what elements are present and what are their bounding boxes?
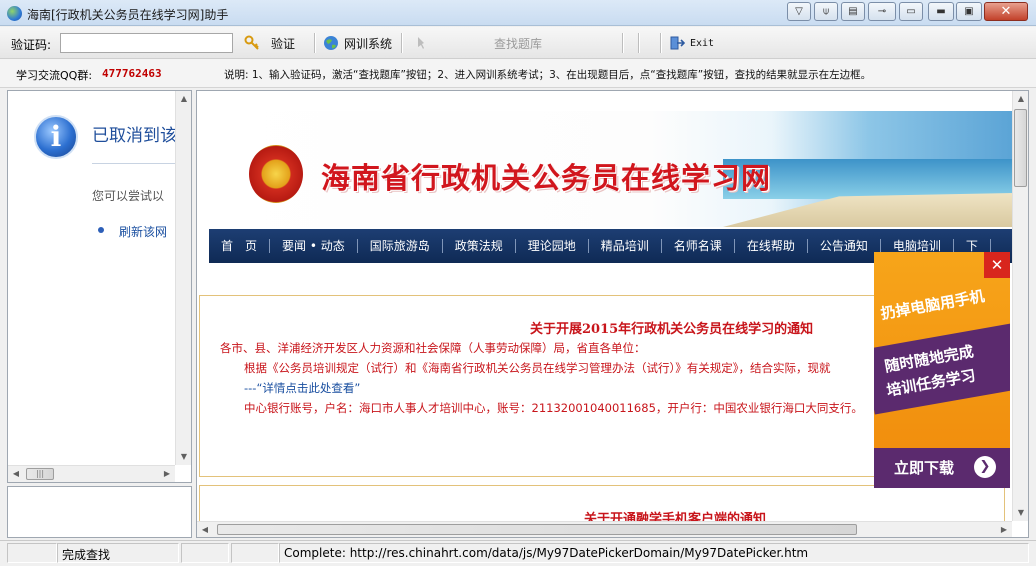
verify-button[interactable]: 验证 bbox=[244, 31, 295, 55]
chevron-right-icon: ❯ bbox=[974, 456, 996, 478]
nav-teachers[interactable]: 名师名课 bbox=[662, 239, 735, 253]
nav-training[interactable]: 精品培训 bbox=[589, 239, 662, 253]
code-input[interactable] bbox=[60, 33, 233, 53]
scroll-left-arrow-icon[interactable]: ◀ bbox=[197, 522, 213, 537]
status-url: Complete: http://res.chinahrt.com/data/j… bbox=[279, 543, 1029, 563]
scroll-right-arrow-icon[interactable]: ▶ bbox=[996, 522, 1012, 537]
key-icon bbox=[244, 35, 259, 50]
menu-dropdown-icon[interactable]: ▽ bbox=[787, 2, 811, 21]
notice-line: 中心银行账号，户名：海口市人事人才培训中心，账号：211320010400116… bbox=[244, 401, 863, 415]
nav-home[interactable]: 首 页 bbox=[209, 239, 271, 253]
scroll-thumb[interactable] bbox=[1014, 109, 1027, 187]
window-title: 海南[行政机关公务员在线学习网]助手 bbox=[27, 8, 229, 22]
minimize-button[interactable]: ▬ bbox=[928, 2, 954, 21]
hint-text: 您可以尝试以 bbox=[92, 189, 165, 203]
scroll-thumb[interactable]: ||| bbox=[26, 468, 54, 480]
info-icon: i bbox=[34, 115, 78, 159]
browser-horizontal-scrollbar[interactable]: ◀ ▶ bbox=[197, 521, 1012, 537]
site-banner: 海南省行政机关公务员在线学习网 bbox=[209, 111, 1013, 227]
status-cell bbox=[7, 543, 57, 563]
pin-icon[interactable]: ⍦ bbox=[814, 2, 838, 21]
restore-small-icon[interactable]: ▭ bbox=[899, 2, 923, 21]
nav-theory[interactable]: 理论园地 bbox=[516, 239, 589, 253]
toolbar-separator bbox=[622, 33, 624, 53]
info-bar: 学习交流QQ群: 477762463 说明: 1、输入验证码，激活“查找题库”按… bbox=[0, 59, 1036, 88]
status-bar: 完成查找 Complete: http://res.chinahrt.com/d… bbox=[0, 540, 1036, 566]
code-label: 验证码: bbox=[11, 38, 52, 52]
refresh-link[interactable]: 刷新该网 bbox=[119, 223, 167, 240]
notice-line: 各市、县、洋浦经济开发区人力资源和社会保障（人事劳动保障）局，省直各单位： bbox=[220, 341, 646, 355]
training-system-label: 网训系统 bbox=[344, 36, 393, 51]
scroll-down-arrow-icon[interactable]: ▼ bbox=[176, 449, 191, 465]
toolbar-separator bbox=[314, 33, 316, 53]
nav-news[interactable]: 要闻 • 动态 bbox=[270, 239, 358, 253]
search-bank-icon bbox=[418, 37, 424, 49]
status-cell bbox=[231, 543, 279, 563]
list-icon[interactable]: ▤ bbox=[841, 2, 865, 21]
toolbar-separator bbox=[638, 33, 640, 53]
left-horizontal-scrollbar[interactable]: ◀ ||| ▶ bbox=[8, 465, 175, 482]
ad-close-button[interactable]: ✕ bbox=[984, 252, 1010, 278]
toolbar: 验证码: 验证 网训系统 查找题库 Exit bbox=[0, 27, 1036, 59]
status-cell bbox=[181, 543, 229, 563]
site-title: 海南省行政机关公务员在线学习网 bbox=[321, 161, 772, 195]
exit-label: Exit bbox=[690, 37, 715, 49]
toolbar-separator bbox=[401, 33, 403, 53]
close-button[interactable]: ✕ bbox=[984, 2, 1028, 21]
scroll-down-arrow-icon[interactable]: ▼ bbox=[1013, 505, 1028, 521]
instructions-text: 说明: 1、输入验证码，激活“查找题库”按钮；2、进入网训系统考试；3、在出现题… bbox=[224, 69, 872, 81]
qq-group-number: 477762463 bbox=[102, 67, 162, 80]
ad-headline: 扔掉电脑用手机 bbox=[879, 287, 986, 323]
search-results-pane[interactable]: i 已取消到该 您可以尝试以 刷新该网 ▲ ▼ ◀ ||| ▶ bbox=[7, 90, 192, 483]
left-vertical-scrollbar[interactable]: ▲ ▼ bbox=[175, 91, 191, 465]
notice-detail-link[interactable]: ---“详情点击此处查看” bbox=[244, 380, 360, 396]
title-bar: 海南[行政机关公务员在线学习网]助手 ▽ ⍦ ▤ ⊸ ▭ ▬ ▣ ✕ bbox=[0, 0, 1036, 26]
nav-computer-training[interactable]: 电脑培训 bbox=[881, 239, 954, 253]
training-system-button[interactable]: 网训系统 bbox=[323, 31, 392, 55]
nav-tourism-island[interactable]: 国际旅游岛 bbox=[358, 239, 443, 253]
plug-icon[interactable]: ⊸ bbox=[868, 2, 896, 21]
divider bbox=[92, 163, 182, 164]
left-bottom-panel bbox=[7, 486, 192, 538]
scroll-up-arrow-icon[interactable]: ▲ bbox=[1013, 91, 1028, 107]
scroll-thumb[interactable] bbox=[217, 524, 857, 535]
browser-vertical-scrollbar[interactable]: ▲ ▼ bbox=[1012, 91, 1028, 521]
scroll-up-arrow-icon[interactable]: ▲ bbox=[176, 91, 191, 107]
bullet-icon bbox=[98, 227, 104, 233]
maximize-button[interactable]: ▣ bbox=[956, 2, 982, 21]
exit-icon bbox=[670, 36, 685, 50]
toolbar-separator bbox=[660, 33, 662, 53]
nav-help[interactable]: 在线帮助 bbox=[735, 239, 808, 253]
national-emblem-icon bbox=[249, 145, 303, 203]
status-text: 完成查找 bbox=[57, 543, 179, 563]
search-question-bank-button[interactable]: 查找题库 bbox=[415, 31, 542, 55]
app-globe-icon bbox=[7, 6, 22, 21]
ad-download-label: 立即下载 bbox=[894, 459, 955, 477]
nav-more[interactable]: 下 bbox=[954, 239, 991, 253]
nav-announcements[interactable]: 公告通知 bbox=[808, 239, 881, 253]
notice-line: 根据《公务员培训规定（试行）和《海南省行政机关公务员在线学习管理办法（试行）》有… bbox=[244, 361, 831, 375]
ad-download-button[interactable]: 立即下载 ❯ bbox=[874, 448, 1010, 488]
nav-policy[interactable]: 政策法规 bbox=[443, 239, 516, 253]
notice-title[interactable]: 关于开展2015年行政机关公务员在线学习的通知 bbox=[530, 318, 813, 337]
qq-group-label: 学习交流QQ群: bbox=[16, 69, 93, 82]
exit-button[interactable]: Exit bbox=[669, 31, 714, 55]
scroll-right-arrow-icon[interactable]: ▶ bbox=[159, 466, 175, 482]
search-question-bank-label: 查找题库 bbox=[494, 36, 543, 51]
mobile-app-ad[interactable]: ✕ 扔掉电脑用手机 随时随地完成 培训任务学习 立即下载 ❯ bbox=[874, 252, 1010, 488]
globe-icon bbox=[324, 36, 338, 50]
scroll-left-arrow-icon[interactable]: ◀ bbox=[8, 466, 24, 482]
navigation-canceled-heading: 已取消到该 bbox=[92, 126, 177, 146]
verify-label: 验证 bbox=[271, 36, 296, 51]
